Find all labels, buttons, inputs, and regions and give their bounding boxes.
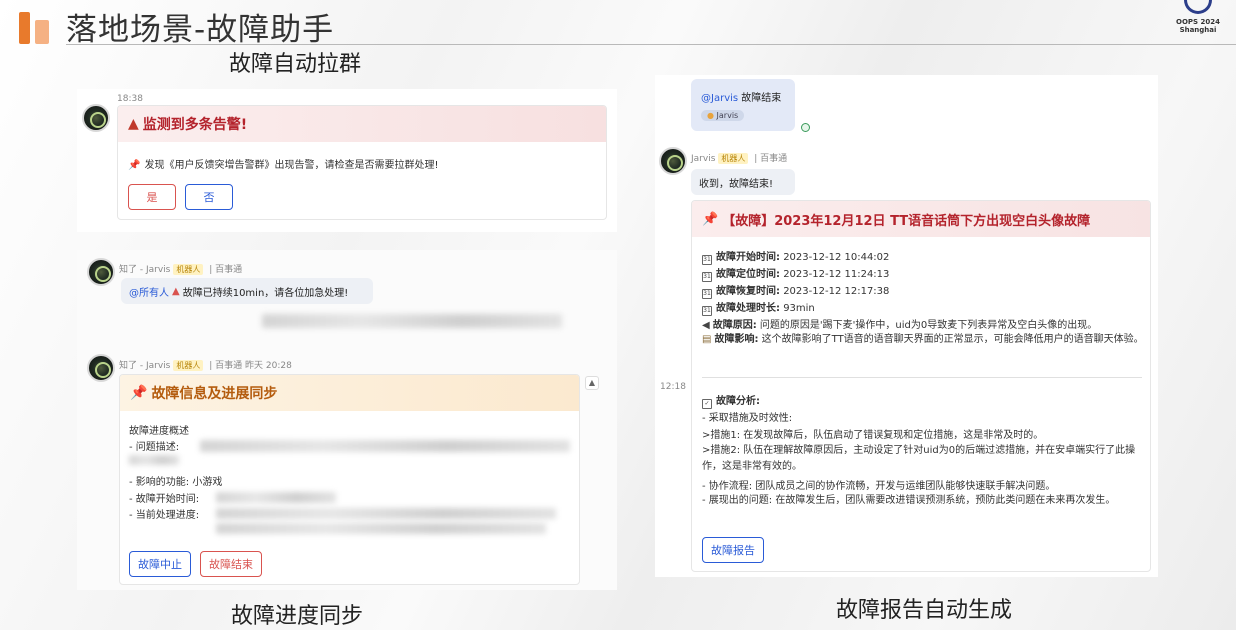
section-label-auto-group: 故障自动拉群 [229, 52, 362, 77]
scroll-icon: ▤ [702, 334, 712, 345]
section-label-progress-sync: 故障进度同步 [231, 604, 364, 629]
calendar-icon: 31 [702, 272, 712, 282]
redacted-bar [216, 523, 546, 534]
siren-icon: ▲ [172, 285, 180, 297]
alert-panel: 18:38 ▲ 监测到多条告警! 📌 发现《用户反馈突增告警群》出现告警，请检查是… [77, 89, 617, 232]
stop-incident-button[interactable]: 故障中止 [129, 551, 191, 577]
logo-mark-icon [1184, 0, 1212, 14]
analysis-line: >措施2: 队伍在理解故障原因后，主动设定了针对uid为0的后端过滤措施，并在安… [702, 445, 1136, 472]
report-analysis-label: ✓ 故障分析: [702, 392, 760, 409]
urge-meta: 知了 - Jarvis 机器人 | 百事通 [119, 264, 243, 275]
page-title: 落地场景-故障助手 [66, 12, 335, 48]
report-divider [702, 377, 1142, 378]
calendar-icon: 31 [702, 289, 712, 299]
user-tag-chip[interactable]: ● Jarvis [701, 110, 745, 121]
redacted-bar [216, 492, 336, 503]
bot-badge: 机器人 [718, 153, 749, 164]
title-accent-bar-light [35, 20, 49, 44]
title-divider [66, 44, 1236, 45]
pin-icon: 📌 [702, 211, 719, 227]
calendar-icon: 31 [702, 306, 712, 316]
avatar [87, 354, 115, 382]
report-title: 【故障】2023年12月12日 TT语音话筒下方出现空白头像故障 [722, 213, 1091, 229]
affected-feature: - 影响的功能: 小游戏 [129, 477, 223, 488]
progress-card: 📌 故障信息及进展同步 故障进度概述 - 问题描述: - 影响的功能: 小游戏 … [119, 374, 580, 585]
thumbs-up-icon[interactable]: ▲ [585, 376, 599, 390]
start-time-label: - 故障开始时间: [129, 494, 200, 505]
redacted-bar [262, 314, 562, 328]
checkbox-icon: ✓ [702, 399, 712, 409]
people-icon: ● [707, 111, 714, 120]
analysis-line: - 采取措施及时效性: [702, 413, 793, 424]
no-button[interactable]: 否 [185, 184, 233, 210]
progress-meta: 知了 - Jarvis 机器人 | 百事通 昨天 20:28 [119, 360, 292, 371]
redacted-bar [216, 508, 556, 519]
report-impact: ▤ 故障影响: 这个故障影响了TT语音的语音聊天界面的正常显示，可能会降低用户的语… [702, 334, 1144, 345]
urge-bubble: @所有人 ▲ 故障已持续10min，请各位加急处理! [121, 278, 373, 304]
logo-line-1: OOPS 2024 [1176, 18, 1220, 26]
analysis-line: >措施1: 在发现故障后，队伍启动了错误复现和定位措施，这是非常及时的。 [702, 430, 1044, 441]
report-panel: @Jarvis 故障结束 ● Jarvis Jarvis 机器人 | 百事通 收到… [655, 75, 1158, 577]
redacted-bar [200, 440, 570, 452]
urge-text: 故障已持续10min，请各位加急处理! [182, 287, 349, 299]
bot-badge: 机器人 [173, 360, 204, 371]
alert-time: 18:38 [117, 94, 143, 104]
reply-bubble: 收到，故障结束! [691, 169, 795, 195]
avatar [87, 258, 115, 286]
analysis-line: - 协作流程: 团队成员之间的协作流畅，开发与运维团队能够快速联手解决问题。 [702, 481, 1056, 492]
alert-card-header: ▲ 监测到多条告警! [118, 106, 606, 142]
alert-card: ▲ 监测到多条告警! 📌 发现《用户反馈突增告警群》出现告警，请检查是否需要拉群处… [117, 105, 607, 220]
report-row-start: 31 故障开始时间: 2023-12-12 10:44:02 [702, 252, 890, 265]
conference-logo: OOPS 2024 Shanghai [1172, 0, 1224, 44]
mention-all[interactable]: @所有人 [129, 284, 169, 299]
logo-line-2: Shanghai [1179, 26, 1217, 34]
progress-title: 故障信息及进展同步 [151, 386, 278, 402]
report-cause: ◀ 故障原因: 问题的原因是'踢下麦'操作中，uid为0导致麦下列表异常及空白头像… [702, 320, 1098, 331]
user-message-text: @Jarvis 故障结束 [701, 93, 782, 104]
report-card: 📌 【故障】2023年12月12日 TT语音话筒下方出现空白头像故障 31 故障开… [691, 200, 1151, 572]
progress-card-header: 📌 故障信息及进展同步 [120, 375, 579, 411]
analysis-line: - 展现出的问题: 在故障发生后，团队需要改进错误预测系统，预防此类问题在未来再… [702, 495, 1116, 506]
report-row-duration: 31 故障处理时长: 93min [702, 303, 815, 316]
title-accent-bar [19, 12, 30, 44]
progress-panel: 知了 - Jarvis 机器人 | 百事通 @所有人 ▲ 故障已持续10min，请… [77, 250, 617, 590]
current-progress-label: - 当前处理进度: [129, 510, 200, 521]
report-row-recover: 31 故障恢复时间: 2023-12-12 12:17:38 [702, 286, 890, 299]
yes-button[interactable]: 是 [128, 184, 176, 210]
report-card-header: 📌 【故障】2023年12月12日 TT语音话筒下方出现空白头像故障 [692, 201, 1150, 237]
pin-icon: 📌 [128, 160, 141, 171]
siren-icon: ▲ [128, 116, 139, 132]
bot-badge: 机器人 [173, 264, 204, 275]
pin-icon: 📌 [130, 385, 148, 401]
megaphone-icon: ◀ [702, 320, 710, 331]
report-side-time: 12:18 [660, 382, 686, 392]
redacted-bar [129, 455, 179, 465]
section-label-report-gen: 故障报告自动生成 [836, 598, 1013, 623]
user-message-bubble: @Jarvis 故障结束 ● Jarvis [691, 79, 795, 131]
alert-message: 📌 发现《用户反馈突增告警群》出现告警，请检查是否需要拉群处理! [128, 160, 439, 171]
alert-title: 监测到多条告警! [142, 117, 248, 133]
avatar [659, 147, 687, 175]
read-status-icon [801, 123, 810, 132]
reply-text: 收到，故障结束! [699, 178, 774, 190]
incident-report-button[interactable]: 故障报告 [702, 537, 764, 563]
progress-overview: 故障进度概述 [129, 426, 189, 437]
issue-desc-label: - 问题描述: [129, 442, 180, 453]
avatar [82, 104, 110, 132]
reply-meta: Jarvis 机器人 | 百事通 [691, 153, 788, 164]
end-incident-button[interactable]: 故障结束 [200, 551, 262, 577]
calendar-icon: 31 [702, 255, 712, 265]
report-row-locate: 31 故障定位时间: 2023-12-12 11:24:13 [702, 269, 890, 282]
